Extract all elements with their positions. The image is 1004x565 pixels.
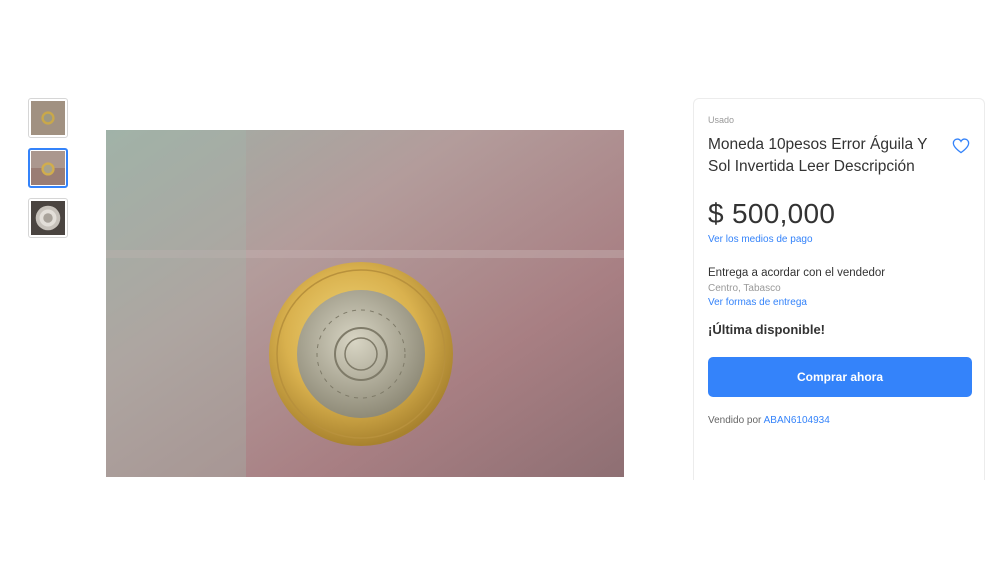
product-page: Usado Moneda 10pesos Error Águila Y Sol … bbox=[0, 0, 1004, 565]
coin-thumbnail-image bbox=[31, 151, 65, 185]
thumbnail-2[interactable] bbox=[28, 148, 68, 188]
thumbnail-1[interactable] bbox=[28, 98, 68, 138]
item-condition: Usado bbox=[708, 115, 735, 125]
seller-name-link[interactable]: ABAN6104934 bbox=[764, 415, 830, 426]
delivery-info: Entrega a acordar con el vendedor bbox=[708, 267, 886, 279]
coin-photo bbox=[106, 130, 624, 477]
coin-thumbnail-image bbox=[31, 201, 65, 235]
thumbnail-gallery bbox=[28, 98, 68, 248]
stock-status: ¡Última disponible! bbox=[708, 322, 825, 337]
product-title: Moneda 10pesos Error Águila Y Sol Invert… bbox=[708, 136, 928, 175]
payment-methods-link[interactable]: Ver los medios de pago bbox=[708, 234, 970, 245]
heart-outline-icon[interactable] bbox=[952, 138, 970, 154]
main-product-image[interactable] bbox=[106, 130, 624, 477]
title-row: Moneda 10pesos Error Águila Y Sol Invert… bbox=[708, 134, 970, 178]
product-price: $ 500,000 bbox=[708, 198, 836, 229]
thumbnail-3[interactable] bbox=[28, 198, 68, 238]
product-info-panel: Usado Moneda 10pesos Error Águila Y Sol … bbox=[693, 98, 985, 480]
coin-thumbnail-image bbox=[31, 101, 65, 135]
buy-now-button[interactable]: Comprar ahora bbox=[708, 357, 972, 397]
shipping-options-link[interactable]: Ver formas de entrega bbox=[708, 297, 970, 308]
seller-info: Vendido por ABAN6104934 bbox=[708, 415, 970, 426]
seller-location: Centro, Tabasco bbox=[708, 283, 781, 294]
seller-prefix: Vendido por bbox=[708, 415, 762, 426]
